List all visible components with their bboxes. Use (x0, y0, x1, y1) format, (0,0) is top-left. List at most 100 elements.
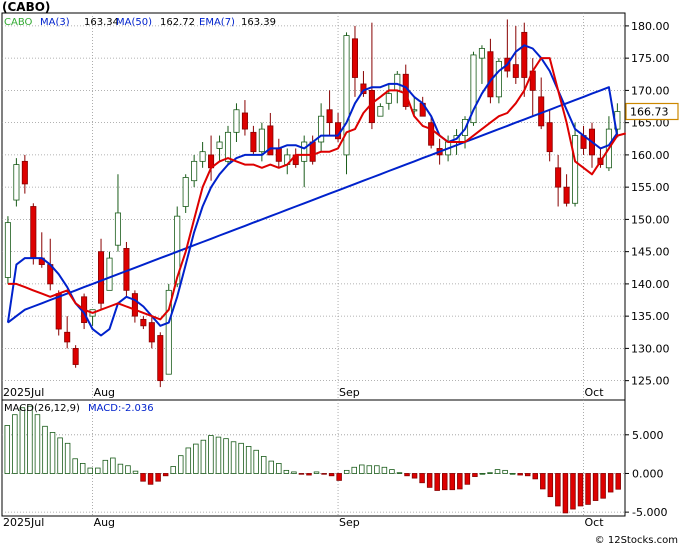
macd-bar (449, 473, 456, 491)
macd-y-tick-label: 5.000 (632, 429, 664, 442)
candle-body (275, 148, 282, 162)
candle-body (21, 160, 28, 185)
candle-body (98, 251, 105, 304)
macd-bar (95, 467, 101, 474)
candle-body (30, 206, 37, 259)
candle-body (258, 128, 265, 153)
macd-bar (140, 473, 146, 482)
macd-bar (600, 473, 606, 499)
macd-bar (276, 463, 282, 474)
last-price-label: 166.73 (630, 105, 669, 118)
macd-y-tick-label: 0.000 (632, 467, 664, 480)
macd-bar (487, 472, 493, 474)
macd-bar (359, 464, 365, 474)
macd-bar (615, 473, 621, 490)
macd-bar (411, 473, 418, 479)
candle-body (572, 135, 579, 204)
price-legend-item: MA(3) (40, 17, 70, 28)
macd-bar (230, 441, 237, 474)
macd-bar (494, 469, 501, 474)
macd-bar (374, 465, 380, 474)
price-legend-item: 162.72 (160, 17, 195, 28)
macd-bar (200, 439, 207, 474)
chart-title: (CABO) (2, 0, 51, 14)
candle-body (495, 60, 502, 98)
candle-body (72, 347, 79, 365)
copyright-text: © 12Stocks.com (595, 535, 678, 546)
macd-bar (298, 473, 305, 475)
macd-bar (79, 463, 86, 474)
macd-bar (162, 473, 169, 477)
macd-bar (64, 442, 71, 474)
price-legend-item: EMA(7) (199, 17, 235, 28)
macd-bar (321, 473, 327, 475)
macd-bar (125, 465, 131, 474)
macd-bar (419, 473, 425, 484)
macd-bar (57, 437, 63, 474)
macd-bar (132, 470, 139, 474)
candle-body (157, 335, 164, 382)
macd-x-tick-label: 2025Jul (3, 516, 44, 529)
candle-body (301, 141, 308, 162)
macd-x-tick-label: Oct (585, 516, 605, 529)
candle-body (326, 109, 333, 124)
macd-bar (147, 473, 154, 485)
macd-bar (283, 469, 290, 474)
macd-bar (426, 473, 433, 488)
price-y-tick-label: 155.00 (631, 181, 670, 194)
candle-body (241, 112, 248, 130)
macd-bar (238, 442, 244, 474)
candle-body (216, 141, 223, 149)
macd-bar (72, 458, 78, 474)
candle-body (546, 122, 553, 153)
macd-bar (155, 473, 161, 482)
macd-bar (607, 473, 614, 493)
macd-bar (562, 473, 569, 514)
price-legend-item: CABO (4, 17, 33, 28)
candle-body (512, 64, 519, 78)
macd-bar (441, 473, 448, 491)
macd-bar (366, 465, 373, 474)
macd-bar (396, 472, 403, 474)
price-y-tick-label: 160.00 (631, 149, 670, 162)
macd-bar (592, 473, 599, 501)
candle-body (250, 131, 257, 153)
macd-legend-value: MACD:-2.036 (88, 403, 154, 414)
macd-bar (34, 414, 41, 474)
macd-bar (532, 473, 538, 480)
candle-body (351, 38, 359, 78)
macd-bar (404, 473, 410, 477)
macd-bar (457, 473, 463, 490)
price-x-tick-label: 2025Jul (3, 386, 44, 399)
macd-x-tick-label: Sep (339, 516, 360, 529)
candle-body (309, 141, 316, 162)
candle-body (140, 318, 147, 327)
macd-bar (577, 473, 584, 507)
macd-bar (215, 436, 222, 474)
price-legend-item: MA(50) (116, 17, 152, 28)
price-y-tick-label: 130.00 (631, 342, 670, 355)
price-y-tick-label: 145.00 (631, 246, 670, 259)
macd-bar (193, 443, 199, 474)
candle-body (521, 31, 528, 78)
chart-svg: 125.00 130.00 135.00 140.00 145.00 150.00 155.… (1, 12, 679, 546)
macd-bar (479, 473, 486, 475)
macd-bar (336, 473, 342, 481)
price-x-tick-label: Sep (339, 386, 360, 399)
price-y-tick-label: 125.00 (631, 375, 670, 388)
candle-body (394, 73, 401, 91)
macd-bar (87, 467, 93, 474)
price-y-tick-label: 140.00 (631, 278, 670, 291)
macd-bar (291, 471, 297, 474)
macd-bar (260, 456, 267, 474)
macd-bar (306, 473, 312, 476)
macd-bar (524, 473, 531, 477)
macd-bar (208, 435, 214, 474)
candle-body (199, 151, 206, 162)
macd-bar (328, 473, 335, 477)
macd-bar (185, 447, 192, 474)
macd-bar (223, 438, 229, 474)
macd-bar (434, 473, 440, 491)
candle-body (478, 48, 485, 59)
candle-body (13, 164, 20, 201)
